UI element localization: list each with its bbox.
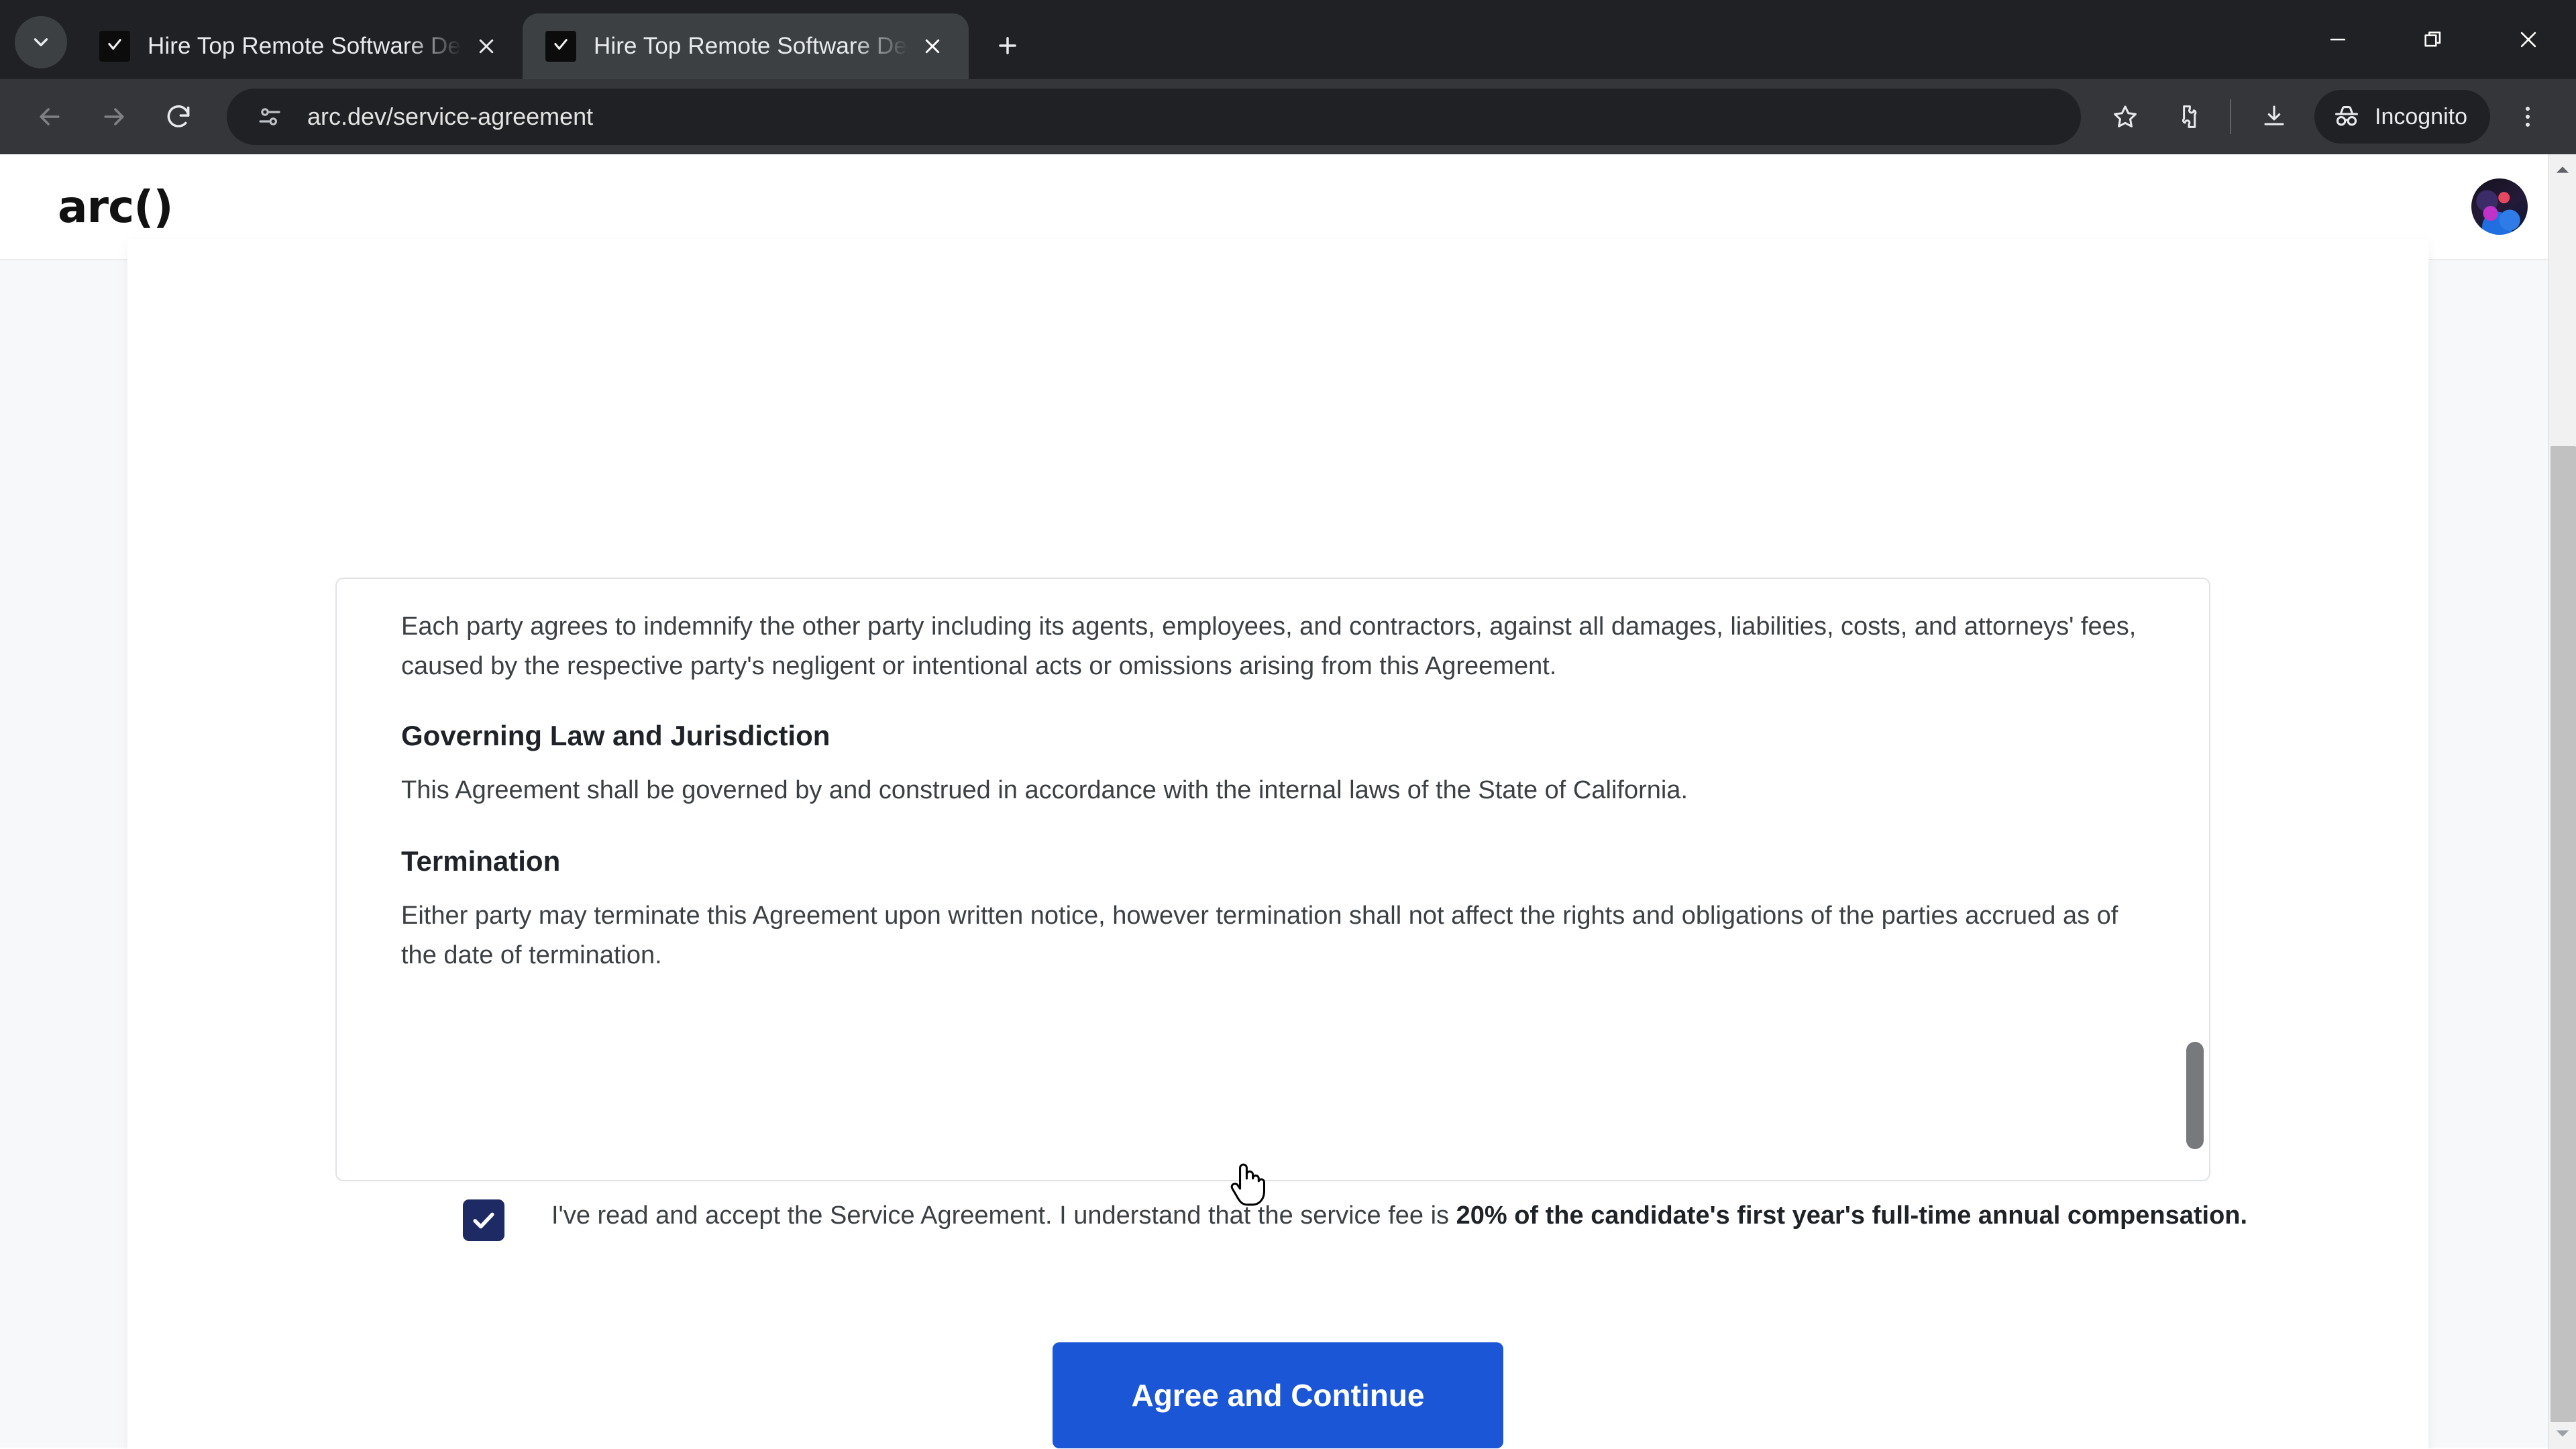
caret-down-icon: [2556, 1430, 2569, 1437]
tab-2-close-button[interactable]: [914, 28, 951, 65]
close-icon: [925, 39, 940, 54]
extensions-button[interactable]: [2156, 86, 2218, 148]
browser-window: Hire Top Remote Software Deve Hire Top R…: [0, 0, 2576, 1449]
site-logo[interactable]: arc(): [58, 181, 174, 233]
more-vertical-icon: [2526, 107, 2530, 127]
tab-search-button[interactable]: [15, 16, 67, 68]
page-body: Each party agrees to indemnify the other…: [0, 239, 2576, 1449]
minimize-button[interactable]: [2290, 0, 2385, 79]
downloads-button[interactable]: [2243, 86, 2305, 148]
minimize-icon: [2330, 38, 2346, 41]
page-scrollbar-thumb[interactable]: [2551, 446, 2576, 1422]
close-icon: [2520, 32, 2536, 48]
site-info-icon[interactable]: [250, 97, 290, 137]
consent-text-normal: I've read and accept the Service Agreeme…: [551, 1201, 1456, 1230]
bookmark-button[interactable]: [2094, 86, 2156, 148]
reload-button[interactable]: [146, 85, 211, 149]
window-controls: [2290, 0, 2576, 79]
tab-favicon-icon: [99, 31, 130, 62]
restore-button[interactable]: [2385, 0, 2481, 79]
tab-favicon-icon: [545, 31, 576, 62]
agreement-section-governing-law: Governing Law and Jurisdiction This Agre…: [401, 720, 2145, 810]
puzzle-icon: [2182, 105, 2197, 128]
agreement-paragraph: Each party agrees to indemnify the other…: [401, 612, 2137, 680]
restore-icon: [2424, 32, 2441, 47]
new-tab-button[interactable]: [983, 21, 1032, 70]
forward-button[interactable]: [82, 85, 146, 149]
tab-1-title: Hire Top Remote Software Deve: [148, 33, 462, 59]
tab-2[interactable]: Hire Top Remote Software Deve: [523, 13, 969, 79]
agreement-scrollbar[interactable]: [2186, 586, 2204, 1175]
agreement-card: Each party agrees to indemnify the other…: [127, 239, 2428, 1449]
back-button[interactable]: [17, 85, 82, 149]
section-body: Either party may terminate this Agreemen…: [401, 901, 2118, 969]
arc-check-icon: [554, 39, 568, 50]
incognito-label: Incognito: [2375, 103, 2467, 129]
section-body: This Agreement shall be governed by and …: [401, 775, 1688, 804]
browser-toolbar: arc.dev/service-agreement Incognito: [0, 79, 2576, 154]
agree-and-continue-button[interactable]: Agree and Continue: [1053, 1342, 1503, 1448]
tab-2-title: Hire Top Remote Software Deve: [594, 33, 908, 59]
agreement-scrollbar-thumb[interactable]: [2186, 1042, 2204, 1149]
consent-text-bold: 20% of the candidate's first year's full…: [1456, 1201, 2248, 1230]
chrome-menu-button[interactable]: [2497, 86, 2559, 148]
arrow-right-icon: [104, 108, 124, 125]
avatar[interactable]: [2471, 178, 2528, 235]
address-bar[interactable]: arc.dev/service-agreement: [227, 89, 2081, 145]
agreement-section-termination: Termination Either party may terminate t…: [401, 845, 2145, 975]
page-scrollbar[interactable]: [2548, 154, 2576, 1449]
consent-label: I've read and accept the Service Agreeme…: [551, 1197, 2247, 1234]
reload-icon: [167, 105, 190, 127]
tune-icon: [259, 108, 280, 125]
chevron-down-icon: [34, 38, 48, 46]
close-window-button[interactable]: [2481, 0, 2576, 79]
arc-check-icon: [108, 39, 121, 50]
arrow-left-icon: [40, 108, 60, 125]
scroll-up-button[interactable]: [2549, 156, 2576, 184]
consent-row[interactable]: I've read and accept the Service Agreeme…: [463, 1197, 2328, 1241]
agreement-scroll-box[interactable]: Each party agrees to indemnify the other…: [335, 578, 2210, 1181]
page-viewport: arc() Each party agrees to indemnify the…: [0, 154, 2576, 1449]
section-heading: Termination: [401, 845, 561, 877]
tab-1-close-button[interactable]: [468, 28, 505, 65]
scroll-down-button[interactable]: [2549, 1419, 2576, 1448]
incognito-icon: [2335, 105, 2358, 126]
tab-1[interactable]: Hire Top Remote Software Deve: [76, 13, 523, 79]
url-text: arc.dev/service-agreement: [307, 103, 594, 130]
download-icon: [2264, 105, 2284, 125]
accept-agreement-checkbox[interactable]: [463, 1199, 504, 1241]
plus-icon: [999, 37, 1016, 54]
check-icon: [473, 1212, 494, 1229]
agreement-content: Each party agrees to indemnify the other…: [337, 579, 2209, 975]
tab-strip: Hire Top Remote Software Deve Hire Top R…: [0, 0, 2576, 79]
close-icon: [479, 39, 494, 54]
star-icon: [2114, 105, 2137, 127]
toolbar-divider: [2230, 99, 2231, 134]
incognito-indicator[interactable]: Incognito: [2314, 90, 2490, 144]
section-heading: Governing Law and Jurisdiction: [401, 719, 830, 751]
caret-up-icon: [2556, 166, 2569, 173]
cta-area: Agree and Continue Or wait for consultat…: [127, 1342, 2428, 1449]
